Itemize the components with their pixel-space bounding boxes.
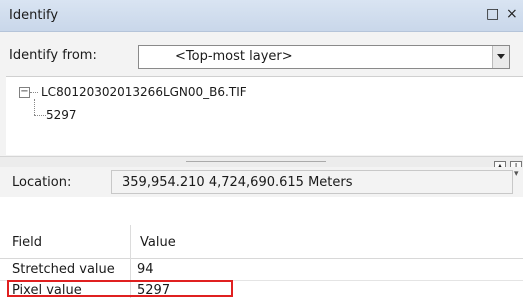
close-icon[interactable]: × (506, 6, 518, 22)
identify-from-selected: <Top-most layer> (175, 49, 293, 64)
tree-child-item[interactable]: 5297 (46, 108, 77, 122)
restore-icon[interactable]: □ (486, 6, 499, 22)
tree-connector (34, 115, 46, 116)
row-value: 94 (137, 262, 154, 277)
window-title: Identify (9, 8, 59, 23)
column-header-field[interactable]: Field (12, 235, 42, 250)
title-bar: Identify □ × (0, 0, 523, 32)
column-header-value[interactable]: Value (140, 235, 176, 250)
identify-panel-top: Identify from: <Top-most layer> − LC8012… (0, 32, 523, 156)
tree-connector (30, 92, 38, 93)
location-dropdown-icon[interactable]: ▾ (514, 169, 521, 179)
splitter-grip[interactable] (186, 161, 326, 162)
grid-header: Field Value (0, 225, 523, 259)
collapse-icon[interactable]: − (19, 87, 30, 98)
location-value-field: 359,954.210 4,724,690.615 Meters (111, 170, 513, 194)
dropdown-arrow-icon[interactable] (492, 46, 509, 68)
table-row[interactable]: Stretched value 94 (0, 258, 523, 280)
row-field: Stretched value (12, 262, 115, 277)
results-tree: − LC80120302013266LGN00_B6.TIF 5297 (6, 76, 523, 155)
tree-connector (34, 99, 35, 115)
identify-from-label: Identify from: (9, 48, 97, 63)
identify-from-dropdown[interactable]: <Top-most layer> (138, 45, 510, 69)
location-label: Location: (12, 175, 72, 190)
location-row: Location: 359,954.210 4,724,690.615 Mete… (0, 167, 523, 197)
highlight-annotation (7, 280, 233, 297)
location-value: 359,954.210 4,724,690.615 Meters (122, 175, 353, 190)
tree-root-item[interactable]: LC80120302013266LGN00_B6.TIF (41, 85, 247, 99)
